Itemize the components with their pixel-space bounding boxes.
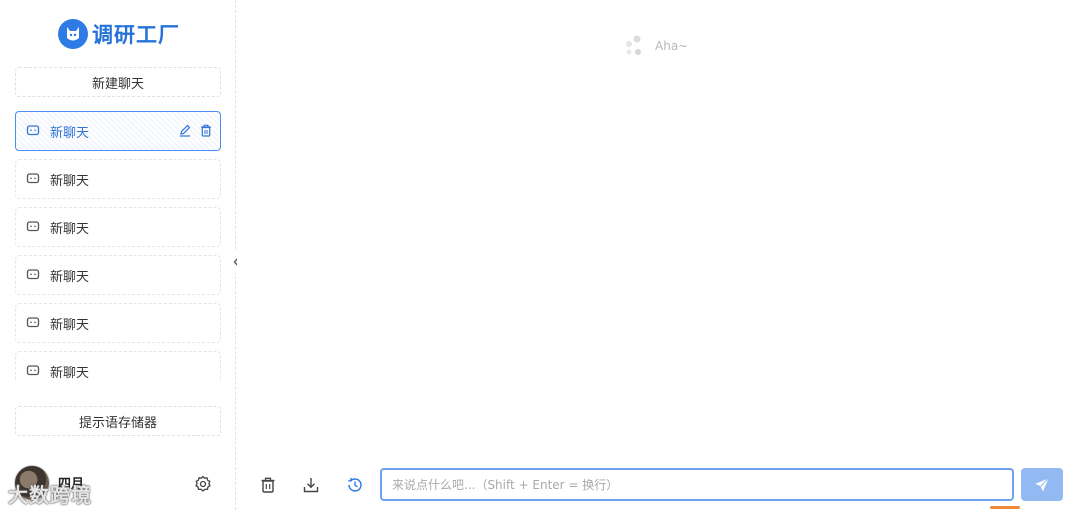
chat-bubble-icon [26,316,40,330]
chat-item-title: 新聊天 [50,365,90,381]
brand-name: 调研工厂 [92,23,180,47]
chat-bubble-icon [26,268,40,282]
sidebar: 调研工厂 新建聊天 新聊天 新聊天 新聊天 新聊天 新聊天 新聊天 提示语存储器… [0,0,236,510]
app-root: 调研工厂 新建聊天 新聊天 新聊天 新聊天 新聊天 新聊天 新聊天 提示语存储器… [0,0,1079,510]
chat-item-actions [179,124,212,137]
chat-item-title: 新聊天 [50,221,90,237]
cat-logo-icon [58,19,88,49]
download-icon[interactable] [302,476,320,494]
delete-icon[interactable] [200,124,212,137]
chat-item[interactable]: 新聊天 [15,159,221,199]
history-icon[interactable] [346,476,364,494]
user-row: 四月 大数跨境 [0,462,236,508]
message-input[interactable] [380,468,1014,501]
chat-item[interactable]: 新聊天 [15,351,221,381]
chat-bubble-icon [26,220,40,234]
chat-item[interactable]: 新聊天 [15,207,221,247]
chat-item[interactable]: 新聊天 [15,303,221,343]
chat-item-title: 新聊天 [50,317,90,333]
chat-item-title: 新聊天 [50,269,90,285]
avatar[interactable] [14,465,50,501]
input-bar [237,467,1079,503]
chat-bubble-icon [26,172,40,186]
loading-dots-icon [623,34,647,58]
chat-main: Aha~ [237,0,1079,510]
chat-bubble-icon [26,124,40,138]
chat-item-title: 新聊天 [50,173,90,189]
prompt-store-button[interactable]: 提示语存储器 [15,406,221,436]
new-chat-button[interactable]: 新建聊天 [15,67,221,97]
chat-bubble-icon [26,364,40,378]
username: 四月 [58,477,85,492]
settings-icon[interactable] [194,475,212,493]
chat-item-active[interactable]: 新聊天 [15,111,221,151]
loading-indicator: Aha~ [623,34,688,58]
chat-item-title: 新聊天 [50,125,90,141]
chat-item[interactable]: 新聊天 [15,255,221,295]
brand: 调研工厂 [58,18,180,50]
chat-list: 新聊天 新聊天 新聊天 新聊天 新聊天 新聊天 [15,111,221,381]
loading-text: Aha~ [655,39,689,53]
corner-accent [990,506,1020,509]
edit-icon[interactable] [179,124,191,137]
clear-chat-icon[interactable] [259,476,277,494]
send-icon [1034,477,1050,493]
send-button[interactable] [1021,468,1063,501]
